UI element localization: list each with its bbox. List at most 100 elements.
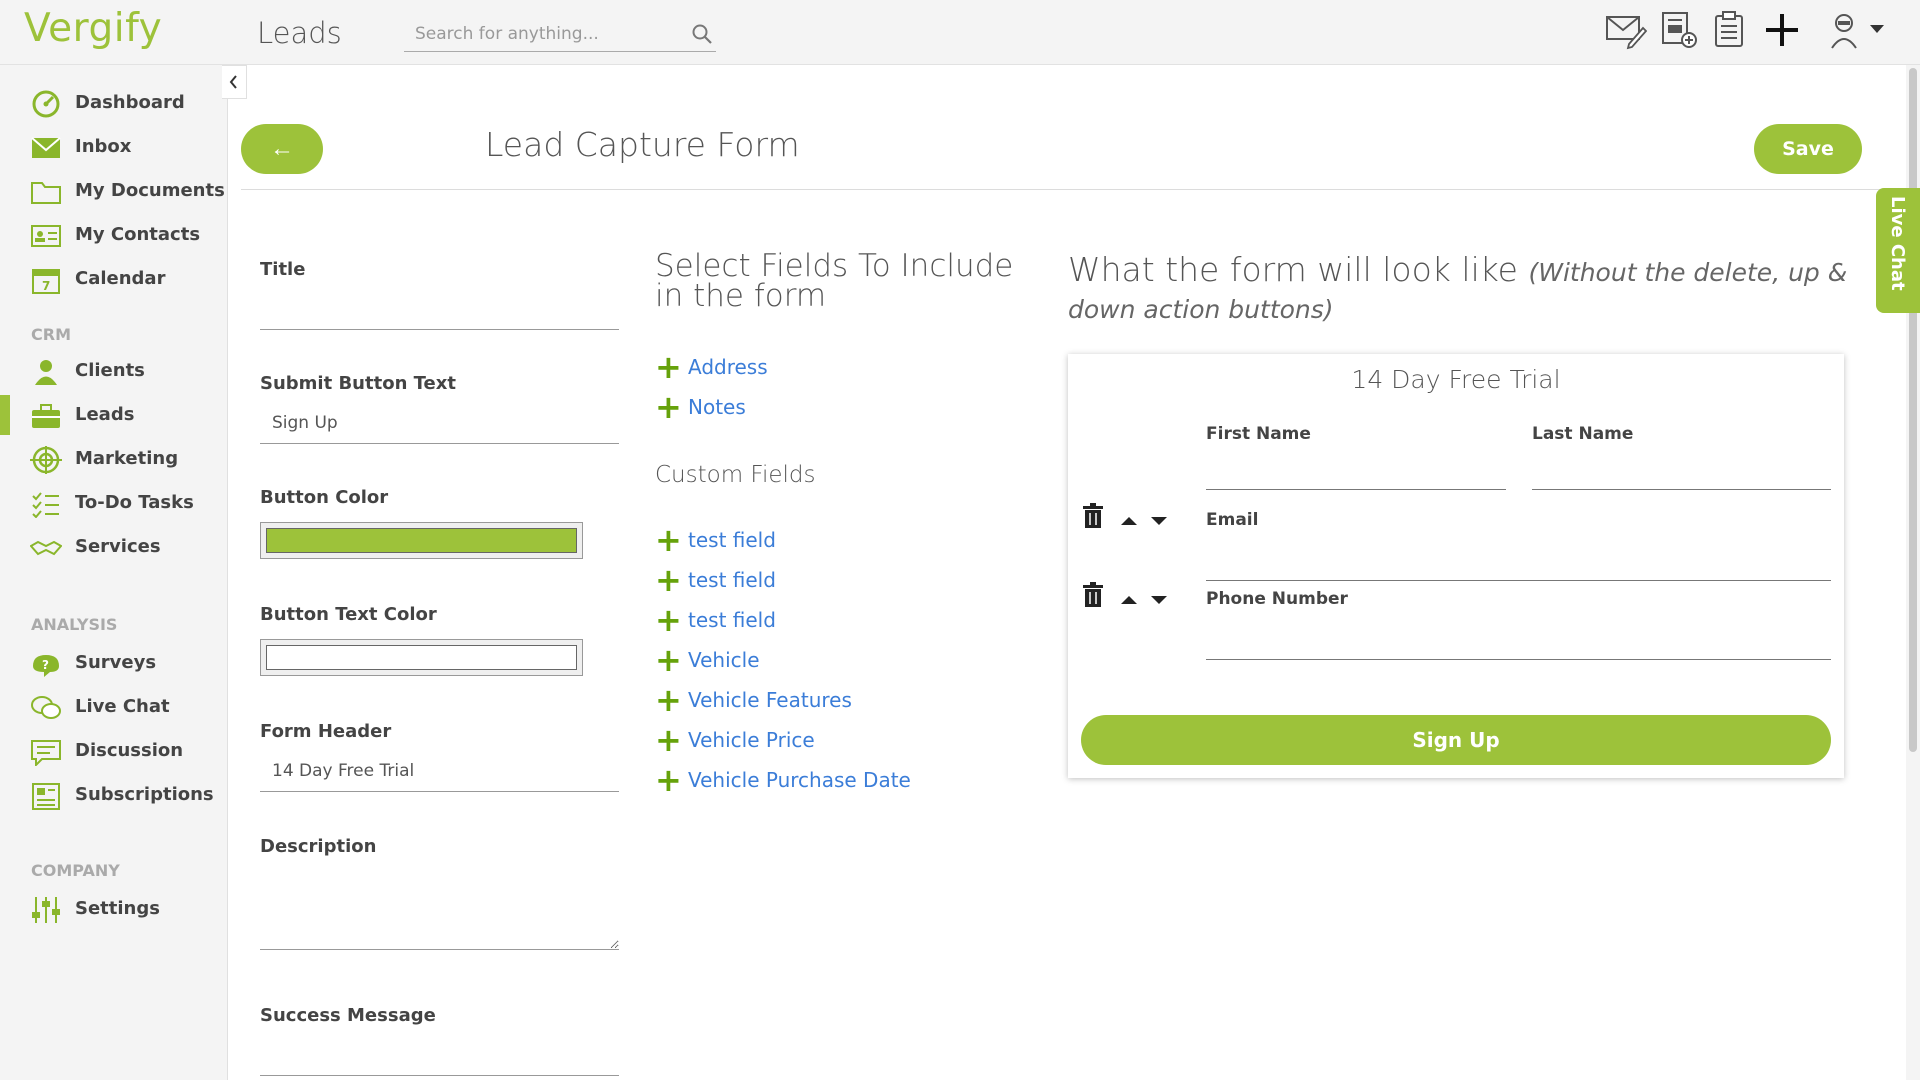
move-email-up-icon[interactable] [1120, 512, 1138, 531]
plus-icon: + [655, 721, 682, 759]
handshake-icon [29, 534, 63, 562]
add-custom-field-vehicle-purchase-date[interactable]: + Vehicle Purchase Date [655, 761, 911, 799]
sidebar-item-settings[interactable]: Settings [0, 889, 228, 929]
add-field-notes[interactable]: + Notes [655, 388, 746, 426]
sidebar-item-my-contacts[interactable]: My Contacts [0, 215, 228, 255]
sidebar-item-marketing[interactable]: Marketing [0, 439, 228, 479]
live-chat-tab[interactable]: Live Chat [1876, 188, 1920, 313]
sidebar-item-subscriptions[interactable]: Subscriptions [0, 775, 228, 815]
button-color-label: Button Color [260, 487, 389, 508]
plus-icon: + [655, 761, 682, 799]
sidebar-item-calendar[interactable]: 7 Calendar [0, 259, 228, 299]
sidebar-item-todo-tasks[interactable]: To-Do Tasks [0, 483, 228, 523]
sliders-icon [30, 896, 62, 924]
success-message-input[interactable] [260, 1034, 619, 1076]
add-custom-field-test-3[interactable]: + test field [655, 601, 776, 639]
form-header-input[interactable] [260, 750, 619, 792]
move-email-down-icon[interactable] [1150, 512, 1168, 531]
sidebar-item-dashboard[interactable]: Dashboard [0, 83, 228, 123]
success-message-label: Success Message [260, 1005, 436, 1026]
sidebar-item-my-documents[interactable]: My Documents [0, 171, 228, 211]
sidebar-item-surveys[interactable]: ? Surveys [0, 643, 228, 683]
survey-icon: ? [30, 650, 62, 678]
title-input[interactable] [260, 288, 619, 330]
preview-last-name-label: Last Name [1532, 424, 1634, 444]
save-button[interactable]: Save [1754, 124, 1862, 174]
move-phone-up-icon[interactable] [1120, 591, 1138, 610]
sidebar-item-services[interactable]: Services [0, 527, 228, 567]
briefcase-icon [30, 402, 62, 430]
search-input[interactable] [404, 18, 674, 50]
submit-button-text-input[interactable] [260, 402, 619, 444]
person-icon [30, 358, 62, 386]
custom-fields-heading: Custom Fields [655, 462, 816, 488]
button-color-picker[interactable] [260, 522, 583, 559]
preview-first-name-field [1206, 489, 1506, 490]
compose-email-icon[interactable] [1605, 10, 1648, 54]
sidebar-item-clients[interactable]: Clients [0, 351, 228, 391]
new-document-icon[interactable] [1660, 10, 1698, 54]
dashboard-icon [30, 90, 62, 118]
clipboard-icon[interactable] [1713, 10, 1745, 54]
button-text-color-swatch [266, 645, 577, 670]
sidebar-item-inbox[interactable]: Inbox [0, 127, 228, 167]
add-icon[interactable] [1763, 10, 1801, 54]
description-label: Description [260, 836, 377, 857]
add-custom-field-vehicle-price[interactable]: + Vehicle Price [655, 721, 815, 759]
sidebar-collapse-button[interactable] [222, 65, 247, 99]
preview-first-name-label: First Name [1206, 424, 1311, 444]
select-fields-heading: Select Fields To Include in the form [655, 248, 1014, 314]
preview-email-label: Email [1206, 510, 1259, 530]
user-avatar-icon[interactable] [1829, 10, 1859, 54]
plus-icon: + [655, 388, 682, 426]
folder-icon [30, 178, 62, 206]
add-custom-field-test-1[interactable]: + test field [655, 521, 776, 559]
description-textarea[interactable] [260, 868, 619, 950]
back-button[interactable]: ← [241, 124, 323, 174]
scrollbar-thumb[interactable] [1909, 68, 1917, 752]
preview-heading: What the form will look like (Without th… [1068, 250, 1848, 325]
delete-email-trash-icon[interactable] [1082, 503, 1104, 533]
preview-phone-field [1206, 659, 1831, 660]
section-label-analysis: ANALYSIS [31, 615, 118, 634]
title-label: Title [260, 259, 306, 280]
svg-text:7: 7 [42, 279, 50, 293]
discussion-icon [30, 738, 62, 768]
delete-phone-trash-icon[interactable] [1082, 582, 1104, 612]
plus-icon: + [655, 521, 682, 559]
chat-bubbles-icon [30, 694, 62, 722]
add-custom-field-vehicle[interactable]: + Vehicle [655, 641, 760, 679]
subscriptions-icon [30, 782, 62, 810]
add-custom-field-test-2[interactable]: + test field [655, 561, 776, 599]
page-title: Lead Capture Form [485, 125, 800, 164]
form-header-label: Form Header [260, 721, 392, 742]
user-menu-chevron-icon[interactable] [1869, 20, 1885, 39]
contacts-icon [30, 222, 62, 250]
add-custom-field-vehicle-features[interactable]: + Vehicle Features [655, 681, 852, 719]
sidebar-item-live-chat[interactable]: Live Chat [0, 687, 228, 727]
button-text-color-label: Button Text Color [260, 604, 437, 625]
move-phone-down-icon[interactable] [1150, 591, 1168, 610]
plus-icon: + [655, 641, 682, 679]
target-icon [30, 446, 62, 474]
preview-last-name-field [1532, 489, 1831, 490]
sidebar-item-discussion[interactable]: Discussion [0, 731, 228, 771]
search-bar [404, 18, 716, 52]
sidebar-item-leads[interactable]: Leads [0, 395, 228, 435]
search-icon[interactable] [690, 22, 714, 50]
inbox-icon [30, 134, 62, 162]
button-color-swatch [266, 528, 577, 553]
plus-icon: + [655, 601, 682, 639]
plus-icon: + [655, 561, 682, 599]
sidebar: Dashboard Inbox My Documents My Contacts… [0, 65, 228, 1080]
app-logo[interactable]: Vergify [24, 6, 162, 51]
section-label-company: COMPANY [31, 861, 120, 880]
button-text-color-picker[interactable] [260, 639, 583, 676]
svg-text:?: ? [42, 658, 49, 672]
plus-icon: + [655, 348, 682, 386]
add-field-address[interactable]: + Address [655, 348, 768, 386]
plus-icon: + [655, 681, 682, 719]
page-heading: Leads [257, 16, 342, 50]
preview-signup-button[interactable]: Sign Up [1081, 715, 1831, 765]
section-label-crm: CRM [31, 325, 71, 344]
